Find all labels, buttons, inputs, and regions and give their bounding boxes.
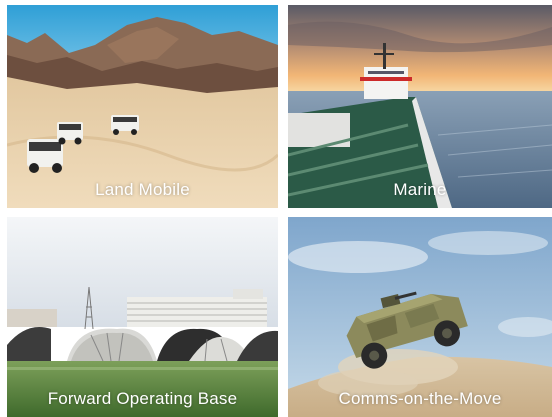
land-mobile-label: Land Mobile [95, 180, 190, 199]
marine-label: Marine [393, 180, 447, 199]
comms-on-the-move-tile[interactable]: Comms-on-the-Move [288, 217, 552, 417]
forward-operating-base-label: Forward Operating Base [47, 389, 238, 408]
comms-on-the-move-label: Comms-on-the-Move [338, 389, 502, 408]
forward-operating-base-tile[interactable]: Forward Operating Base [7, 217, 278, 417]
land-mobile-image [7, 5, 278, 208]
marine-tile[interactable]: Marine [288, 5, 552, 208]
marine-image [288, 5, 552, 208]
forward-operating-base-image [7, 217, 278, 417]
comms-on-the-move-image [288, 217, 552, 417]
solution-tile-grid: Land Mobile Marine Forward Operating Bas… [0, 0, 552, 417]
land-mobile-tile[interactable]: Land Mobile [7, 5, 278, 208]
